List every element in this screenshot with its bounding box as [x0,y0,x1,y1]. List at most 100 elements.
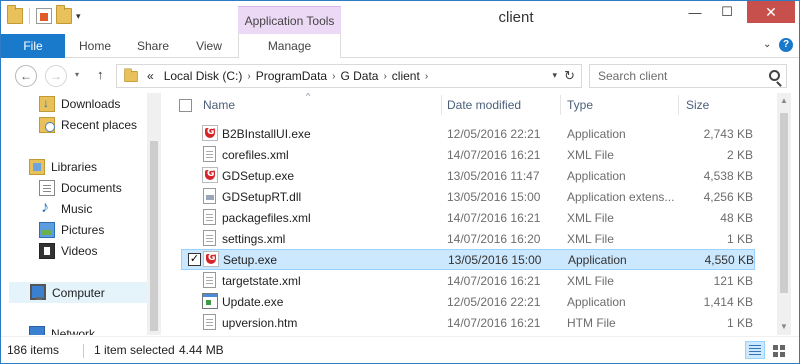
file-size: 1 KB [726,315,753,330]
ribbon-tabs: File Home Share View Manage ⌄ ? [1,34,799,58]
customize-qat-icon[interactable]: ▾ [76,11,81,22]
item-count: 186 items [7,343,60,357]
sidebar-item-libraries[interactable]: Libraries [1,156,147,177]
file-type: XML File [567,273,614,288]
sidebar-item-music[interactable]: Music [1,198,147,219]
file-list: ^ Name Date modified Type Size B2BInstal… [167,93,781,335]
file-type: Application [567,294,626,309]
breadcrumb-overflow[interactable]: « [139,69,159,83]
file-type: XML File [567,231,614,246]
sidebar-item-network[interactable]: Network [1,323,147,335]
sidebar-item-documents[interactable]: Documents [1,177,147,198]
table-row[interactable]: corefiles.xml 14/07/2016 16:21 XML File … [167,144,781,165]
column-header-size[interactable]: Size [686,93,756,117]
expand-ribbon-icon[interactable]: ⌄ [763,39,771,50]
breadcrumb-local-disk[interactable]: Local Disk (C:) [159,69,248,83]
file-type: Application [567,126,626,141]
table-row-selected[interactable]: ✓ Setup.exe 13/05/2016 15:00 Application… [181,249,755,270]
back-button[interactable]: ← [15,65,37,87]
scrollbar-thumb[interactable] [150,141,158,331]
window-title: client [498,9,534,26]
help-icon[interactable]: ? [779,38,793,52]
file-size: 48 KB [720,210,753,225]
tab-view[interactable]: View [181,34,237,58]
properties-icon[interactable] [36,8,52,24]
sidebar-item-videos[interactable]: Videos [1,240,147,261]
new-folder-icon[interactable] [56,5,72,24]
file-size: 4,256 KB [703,189,753,204]
quick-access-toolbar: ▾ [7,5,81,24]
table-row[interactable]: Update.exe 12/05/2016 22:21 Application … [167,291,781,312]
sidebar-item-label: Recent places [61,117,138,132]
file-name: Setup.exe [223,252,278,267]
up-button[interactable]: ↑ [97,67,104,82]
breadcrumb-client[interactable]: client [387,69,425,83]
address-bar[interactable]: « Local Disk (C:) › ProgramData › G Data… [116,64,582,88]
tab-manage[interactable]: Manage [238,34,341,58]
network-icon [29,325,45,335]
maximize-button[interactable]: ☐ [713,1,741,23]
file-size: 4,550 KB [704,252,754,267]
forward-button[interactable]: → [45,65,67,87]
column-header-date-modified[interactable]: Date modified [447,93,557,117]
navigation-pane-scrollbar[interactable] [147,93,161,335]
column-divider[interactable] [678,95,679,115]
sidebar-item-label: Libraries [51,159,98,174]
file-date: 14/07/2016 16:20 [447,231,541,246]
scroll-down-icon[interactable]: ▼ [780,322,788,331]
table-row[interactable]: upversion.htm 14/07/2016 16:21 HTM File … [167,312,781,333]
music-icon [39,199,55,217]
file-size: 4,538 KB [703,168,753,183]
sidebar-item-downloads[interactable]: Downloads [1,93,147,114]
minimize-button[interactable]: — [681,1,709,23]
sidebar-item-pictures[interactable]: Pictures [1,219,147,240]
file-type: XML File [567,147,614,162]
file-name: targetstate.xml [222,273,301,288]
scrollbar-thumb[interactable] [780,113,788,293]
table-row[interactable]: GDSetupRT.dll 13/05/2016 15:00 Applicati… [167,186,781,207]
breadcrumb-programdata[interactable]: ProgramData [251,69,332,83]
file-date: 14/07/2016 16:21 [447,210,541,225]
file-date: 13/05/2016 15:00 [448,252,542,267]
scroll-up-icon[interactable]: ▲ [780,96,788,105]
xml-file-icon [203,146,216,162]
column-divider[interactable] [560,95,561,115]
tab-file[interactable]: File [1,34,65,58]
file-size: 121 KB [713,273,753,288]
column-header-name[interactable]: Name [203,93,443,117]
breadcrumb-g-data[interactable]: G Data [335,69,383,83]
table-row[interactable]: targetstate.xml 14/07/2016 16:21 XML Fil… [167,270,781,291]
file-list-scrollbar[interactable]: ▲ ▼ [777,93,791,335]
select-all-checkbox[interactable] [179,99,192,112]
close-button[interactable]: ✕ [747,1,795,23]
file-name: GDSetupRT.dll [222,189,302,204]
column-header-type[interactable]: Type [567,93,677,117]
sidebar-item-label: Music [61,201,93,216]
sidebar-item-recent-places[interactable]: Recent places [1,114,147,135]
file-size: 1,414 KB [703,294,753,309]
table-row[interactable]: packagefiles.xml 14/07/2016 16:21 XML Fi… [167,207,781,228]
sidebar-item-label: Videos [61,243,98,258]
search-icon[interactable] [769,70,780,81]
address-history-icon[interactable]: ▾ [552,70,557,81]
sidebar-item-label: Documents [61,180,122,195]
large-icons-view-button[interactable] [769,341,789,359]
sidebar-item-computer[interactable]: Computer [9,282,147,303]
tab-share[interactable]: Share [125,34,181,58]
column-divider[interactable] [441,95,442,115]
row-checkbox[interactable]: ✓ [188,253,201,266]
file-size: 1 KB [726,231,753,246]
table-row[interactable]: B2BInstallUI.exe 12/05/2016 22:21 Applic… [167,123,781,144]
sidebar-item-label: Computer [52,285,105,300]
status-divider [83,344,84,358]
recent-locations-icon[interactable]: ▾ [75,70,79,79]
table-row[interactable]: GDSetup.exe 13/05/2016 11:47 Application… [167,165,781,186]
tab-home[interactable]: Home [65,34,125,58]
gdata-app-icon [202,125,218,141]
sidebar-item-label: Network [51,326,96,336]
table-row[interactable]: settings.xml 14/07/2016 16:20 XML File 1… [167,228,781,249]
search-input[interactable]: Search client [589,64,787,88]
refresh-icon[interactable]: ↻ [564,68,575,84]
breadcrumb-separator-icon[interactable]: › [425,71,428,82]
details-view-button[interactable] [745,341,765,359]
